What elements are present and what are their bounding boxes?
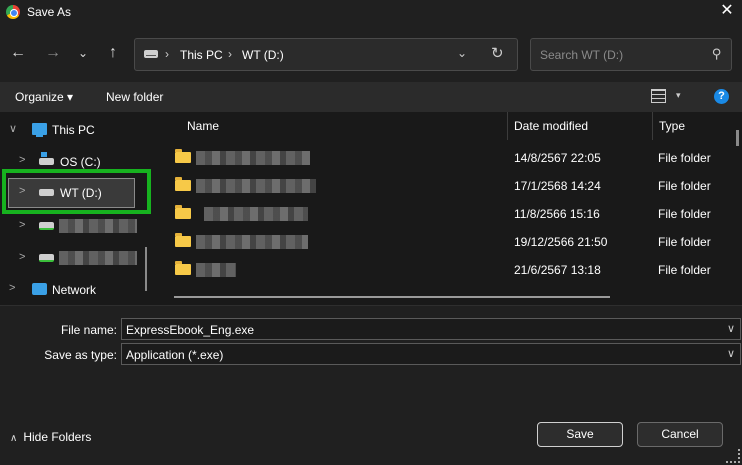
row-type: File folder (658, 207, 711, 221)
row-date: 14/8/2567 22:05 (514, 151, 601, 165)
search-box[interactable]: Search WT (D:) ⚲ (530, 38, 732, 71)
folder-icon (175, 205, 191, 219)
folder-icon (175, 261, 191, 275)
table-row[interactable]: 11/8/2566 15:16 File folder (172, 199, 732, 227)
close-button[interactable]: ✕ (718, 2, 736, 20)
window-title: Save As (27, 5, 72, 19)
file-list: Name Date modified Type 14/8/2567 22:05 … (155, 112, 742, 305)
search-icon: ⚲ (712, 46, 722, 61)
toolbar: Organize ▾ New folder ▾ ? (0, 82, 742, 112)
address-bar[interactable]: › This PC › WT (D:) ⌄ ↻ (134, 38, 518, 71)
row-type: File folder (658, 263, 711, 277)
column-divider[interactable] (652, 112, 653, 140)
organize-button[interactable]: Organize ▾ (15, 90, 73, 104)
vertical-scrollbar[interactable] (736, 130, 739, 146)
usb-drive-icon (39, 254, 54, 262)
file-name-value: ExpressEbook_Eng.exe (126, 323, 255, 337)
redacted-label (59, 251, 137, 265)
file-name-label: File name: (60, 323, 117, 337)
column-header-date[interactable]: Date modified (514, 119, 588, 133)
row-type: File folder (658, 235, 711, 249)
row-type: File folder (658, 179, 711, 193)
redacted-name (204, 207, 308, 221)
save-as-type-select[interactable]: Application (*.exe) ∨ (121, 343, 741, 365)
table-row[interactable]: 21/6/2567 13:18 File folder (172, 255, 732, 283)
windows-drive-icon (39, 152, 54, 165)
sidebar-item-network[interactable]: > Network (0, 279, 155, 299)
save-as-type-label: Save as type: (44, 348, 117, 362)
redacted-name (196, 263, 236, 277)
breadcrumb-this-pc[interactable]: This PC (180, 48, 223, 62)
chevron-down-icon[interactable]: ∨ (9, 122, 17, 135)
save-button[interactable]: Save (537, 422, 623, 447)
hide-folders-label: Hide Folders (23, 430, 92, 444)
recent-locations-button[interactable]: ⌄ (73, 43, 93, 63)
horizontal-scrollbar[interactable] (174, 296, 610, 298)
row-date: 21/6/2567 13:18 (514, 263, 601, 277)
save-as-type-value: Application (*.exe) (126, 348, 224, 362)
table-row[interactable]: 17/1/2568 14:24 File folder (172, 171, 732, 199)
hide-folders-button[interactable]: ∧ Hide Folders (10, 430, 91, 444)
refresh-icon[interactable]: ↻ (491, 44, 504, 62)
highlight-annotation-box (2, 169, 151, 214)
breadcrumb-separator: › (165, 47, 169, 61)
redacted-name (196, 235, 308, 249)
resize-grip-icon[interactable] (726, 449, 740, 463)
column-divider[interactable] (507, 112, 508, 140)
back-button[interactable]: ← (8, 43, 28, 63)
drive-icon (144, 50, 158, 58)
save-options-panel: File name: ExpressEbook_Eng.exe ∨ Save a… (0, 305, 742, 465)
redacted-name (196, 151, 310, 165)
chevron-right-icon[interactable]: > (19, 251, 25, 263)
sidebar-item-os-c[interactable]: > OS (C:) (0, 151, 155, 171)
chevron-right-icon[interactable]: > (19, 219, 25, 231)
breadcrumb-wt-drive[interactable]: WT (D:) (242, 48, 284, 62)
chevron-right-icon[interactable]: > (9, 282, 15, 294)
sidebar-scrollbar[interactable] (145, 247, 147, 291)
chevron-right-icon[interactable]: > (19, 154, 25, 166)
help-icon[interactable]: ? (714, 89, 729, 104)
redacted-label (59, 219, 137, 233)
address-dropdown-icon[interactable]: ⌄ (457, 46, 467, 60)
folder-icon (175, 233, 191, 247)
breadcrumb-separator: › (228, 47, 232, 61)
file-name-field[interactable]: ExpressEbook_Eng.exe ∨ (121, 318, 741, 340)
sidebar-item-label: This PC (52, 123, 95, 137)
up-button[interactable]: ↑ (103, 43, 123, 63)
new-folder-button[interactable]: New folder (106, 90, 163, 104)
row-date: 19/12/2566 21:50 (514, 235, 608, 249)
sidebar-item-label: OS (C:) (60, 155, 101, 169)
sidebar-item-label: Network (52, 283, 97, 297)
view-options-icon[interactable] (651, 89, 666, 103)
row-date: 17/1/2568 14:24 (514, 179, 601, 193)
chevron-down-icon[interactable]: ∨ (727, 322, 735, 335)
pc-icon (32, 123, 47, 137)
folder-icon (175, 177, 191, 191)
row-date: 11/8/2566 15:16 (514, 207, 600, 221)
search-placeholder: Search WT (D:) (540, 48, 624, 62)
cancel-button[interactable]: Cancel (637, 422, 723, 447)
sidebar-item-this-pc[interactable]: ∨ This PC (0, 119, 155, 139)
column-header-name[interactable]: Name (187, 119, 219, 133)
view-options-caret-icon[interactable]: ▾ (676, 90, 681, 101)
chevron-up-icon: ∧ (10, 433, 18, 444)
chrome-icon (6, 5, 20, 19)
sidebar-item-usb-drive[interactable]: > (0, 216, 155, 236)
network-icon (32, 283, 47, 295)
redacted-name (196, 179, 316, 193)
table-row[interactable]: 19/12/2566 21:50 File folder (172, 227, 732, 255)
column-header-type[interactable]: Type (659, 119, 685, 133)
usb-drive-icon (39, 222, 54, 230)
row-type: File folder (658, 151, 711, 165)
chevron-down-icon[interactable]: ∨ (727, 347, 735, 360)
navigation-bar: ← → ⌄ ↑ › This PC › WT (D:) ⌄ ↻ Search W… (0, 24, 742, 82)
title-bar: Save As ✕ (0, 0, 742, 24)
table-row[interactable]: 14/8/2567 22:05 File folder (172, 143, 732, 171)
folder-icon (175, 149, 191, 163)
sidebar-item-usb-drive[interactable]: > (0, 248, 155, 268)
forward-button[interactable]: → (43, 43, 63, 63)
